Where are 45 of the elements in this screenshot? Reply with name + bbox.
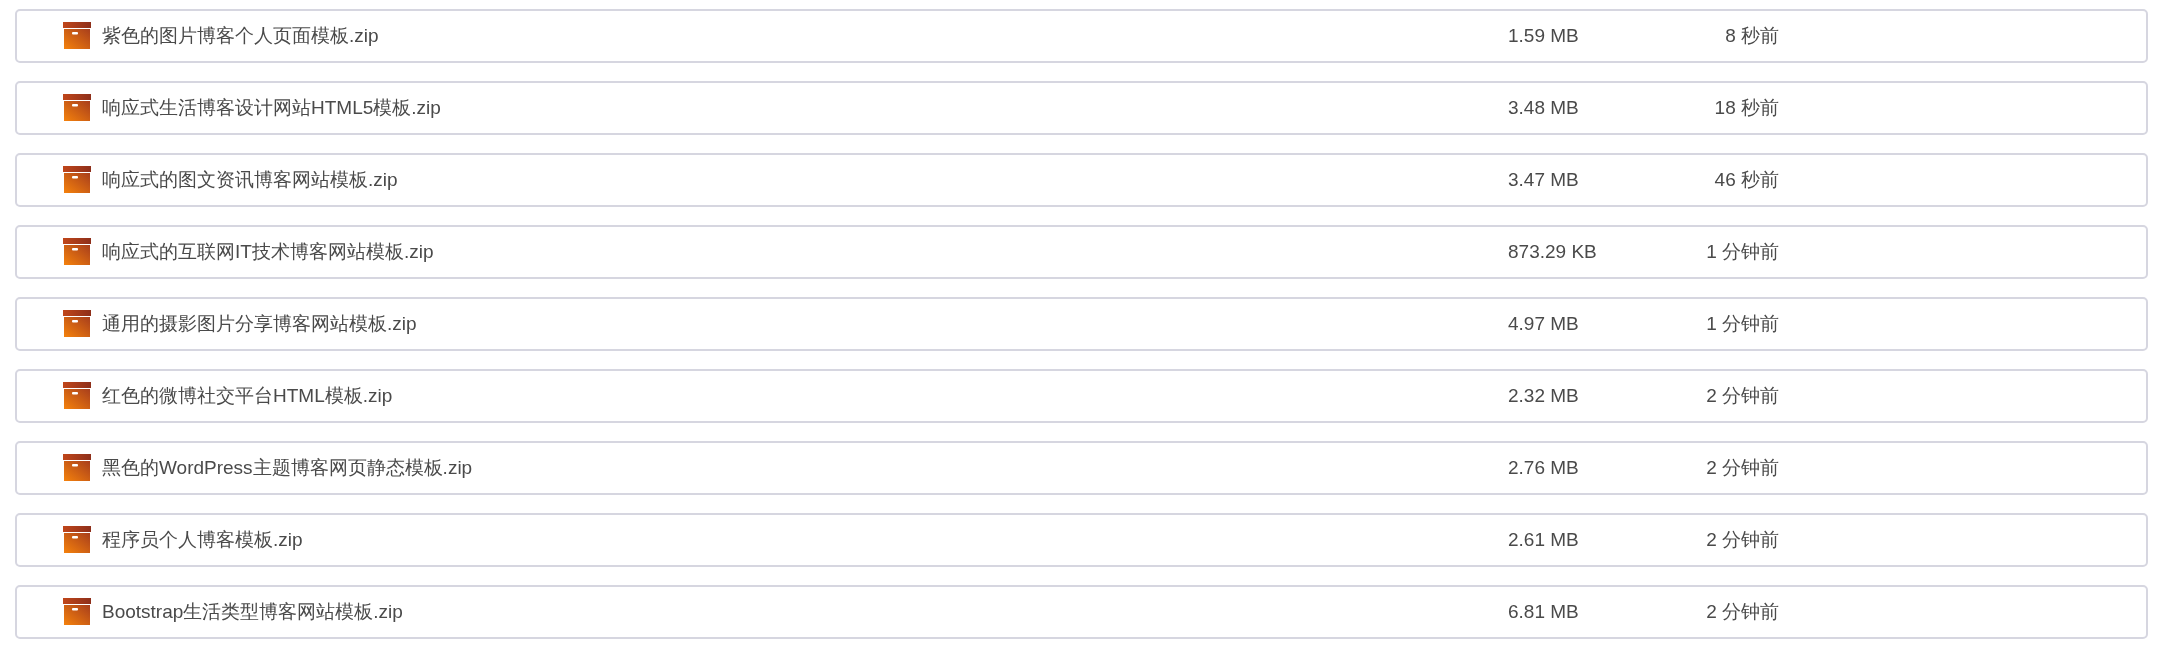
upload-time: 2 分钟前 [1706,456,1779,480]
upload-time: 18 秒前 [1714,96,1779,120]
file-row[interactable]: 响应式的图文资讯博客网站模板.zip 3.47 MB 46 秒前 [15,153,2148,207]
file-row[interactable]: 红色的微博社交平台HTML模板.zip 2.32 MB 2 分钟前 [15,369,2148,423]
file-size: 3.47 MB [1508,169,1579,191]
upload-time: 2 分钟前 [1706,600,1779,624]
file-row[interactable]: 紫色的图片博客个人页面模板.zip 1.59 MB 8 秒前 [15,9,2148,63]
file-row[interactable]: 响应式生活博客设计网站HTML5模板.zip 3.48 MB 18 秒前 [15,81,2148,135]
file-name: 程序员个人博客模板.zip [102,528,303,552]
box-icon [63,381,91,409]
box-icon [63,309,91,337]
upload-time: 8 秒前 [1725,24,1779,48]
file-row[interactable]: 响应式的互联网IT技术博客网站模板.zip 873.29 KB 1 分钟前 [15,225,2148,279]
file-size: 873.29 KB [1508,241,1597,263]
file-row[interactable]: 通用的摄影图片分享博客网站模板.zip 4.97 MB 1 分钟前 [15,297,2148,351]
file-row[interactable]: 程序员个人博客模板.zip 2.61 MB 2 分钟前 [15,513,2148,567]
upload-time: 2 分钟前 [1706,384,1779,408]
upload-time: 2 分钟前 [1706,528,1779,552]
file-name: Bootstrap生活类型博客网站模板.zip [102,600,403,624]
box-icon [63,93,91,121]
box-icon [63,165,91,193]
file-name: 响应式生活博客设计网站HTML5模板.zip [102,96,441,120]
file-name: 红色的微博社交平台HTML模板.zip [102,384,393,408]
box-icon [63,597,91,625]
file-size: 2.61 MB [1508,529,1579,551]
file-size: 4.97 MB [1508,313,1579,335]
upload-time: 46 秒前 [1714,168,1779,192]
file-name: 响应式的图文资讯博客网站模板.zip [102,168,398,192]
file-name: 紫色的图片博客个人页面模板.zip [102,24,379,48]
file-size: 3.48 MB [1508,97,1579,119]
file-name: 通用的摄影图片分享博客网站模板.zip [102,312,417,336]
box-icon [63,21,91,49]
file-size: 6.81 MB [1508,601,1579,623]
file-name: 黑色的WordPress主题博客网页静态模板.zip [102,456,473,480]
file-size: 2.76 MB [1508,457,1579,479]
file-name: 响应式的互联网IT技术博客网站模板.zip [102,240,434,264]
file-size: 1.59 MB [1508,25,1579,47]
file-size: 2.32 MB [1508,385,1579,407]
box-icon [63,525,91,553]
box-icon [63,237,91,265]
upload-time: 1 分钟前 [1706,240,1779,264]
box-icon [63,453,91,481]
file-row[interactable]: Bootstrap生活类型博客网站模板.zip 6.81 MB 2 分钟前 [15,585,2148,639]
upload-time: 1 分钟前 [1706,312,1779,336]
file-row[interactable]: 黑色的WordPress主题博客网页静态模板.zip 2.76 MB 2 分钟前 [15,441,2148,495]
